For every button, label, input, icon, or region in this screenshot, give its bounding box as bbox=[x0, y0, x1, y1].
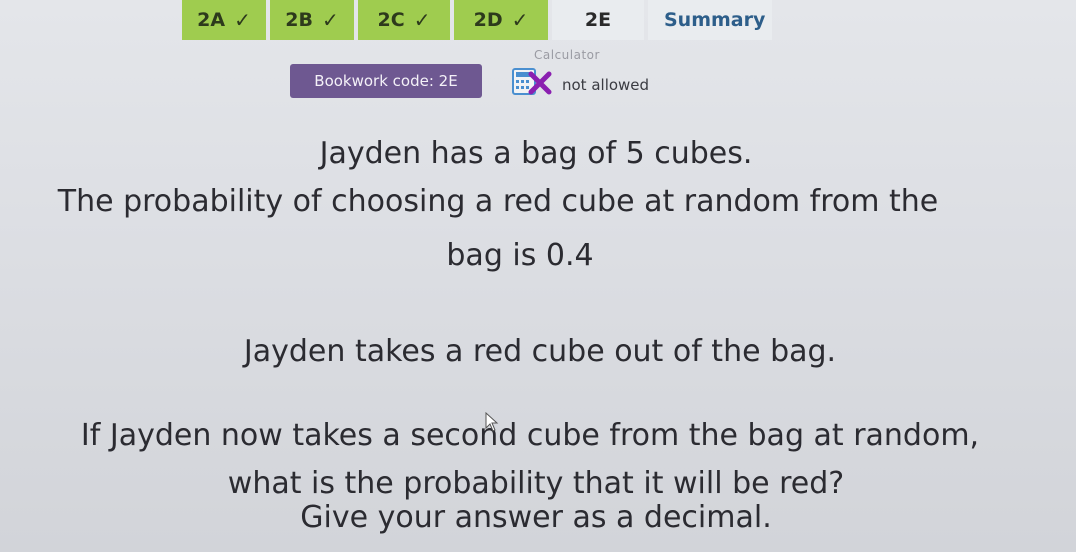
tab-2b[interactable]: 2B ✓ bbox=[270, 0, 354, 40]
tab-2a[interactable]: 2A ✓ bbox=[182, 0, 266, 40]
question-line-4: Jayden takes a red cube out of the bag. bbox=[243, 334, 837, 369]
tab-2c-label: 2C bbox=[377, 9, 405, 31]
calculator-status: not allowed bbox=[562, 76, 650, 94]
tab-2e-label: 2E bbox=[584, 9, 612, 31]
check-icon: ✓ bbox=[321, 8, 339, 32]
calculator-crossed-icon bbox=[512, 68, 552, 95]
tab-2a-label: 2A bbox=[197, 9, 226, 31]
bookwork-code-badge: Bookwork code: 2E bbox=[290, 64, 482, 98]
question-line-1: Jayden has a bag of 5 cubes. bbox=[319, 136, 753, 171]
tab-2b-label: 2B bbox=[285, 9, 313, 31]
tab-2d-label: 2D bbox=[473, 9, 503, 31]
bookwork-code-label: Bookwork code: 2E bbox=[314, 72, 458, 90]
tab-2c[interactable]: 2C ✓ bbox=[358, 0, 450, 40]
tab-summary[interactable]: Summary bbox=[648, 0, 772, 40]
mouse-pointer-icon bbox=[485, 412, 499, 432]
task-tab-bar: 2A ✓ 2B ✓ 2C ✓ 2D ✓ 2E Summary bbox=[0, 0, 1076, 40]
question-line-5: If Jayden now takes a second cube from t… bbox=[80, 418, 980, 453]
check-icon: ✓ bbox=[234, 8, 251, 32]
tab-2d[interactable]: 2D ✓ bbox=[454, 0, 548, 40]
calculator-label: Calculator bbox=[534, 48, 600, 62]
question-line-3: bag is 0.4 bbox=[446, 238, 594, 273]
question-line-6: what is the probability that it will be … bbox=[227, 466, 845, 501]
question-line-2: The probability of choosing a red cube a… bbox=[57, 184, 939, 219]
check-icon: ✓ bbox=[511, 8, 529, 32]
check-icon: ✓ bbox=[413, 8, 431, 32]
tab-2e[interactable]: 2E bbox=[552, 0, 644, 40]
question-line-7: Give your answer as a decimal. bbox=[300, 500, 772, 535]
tab-summary-label: Summary bbox=[664, 9, 766, 31]
